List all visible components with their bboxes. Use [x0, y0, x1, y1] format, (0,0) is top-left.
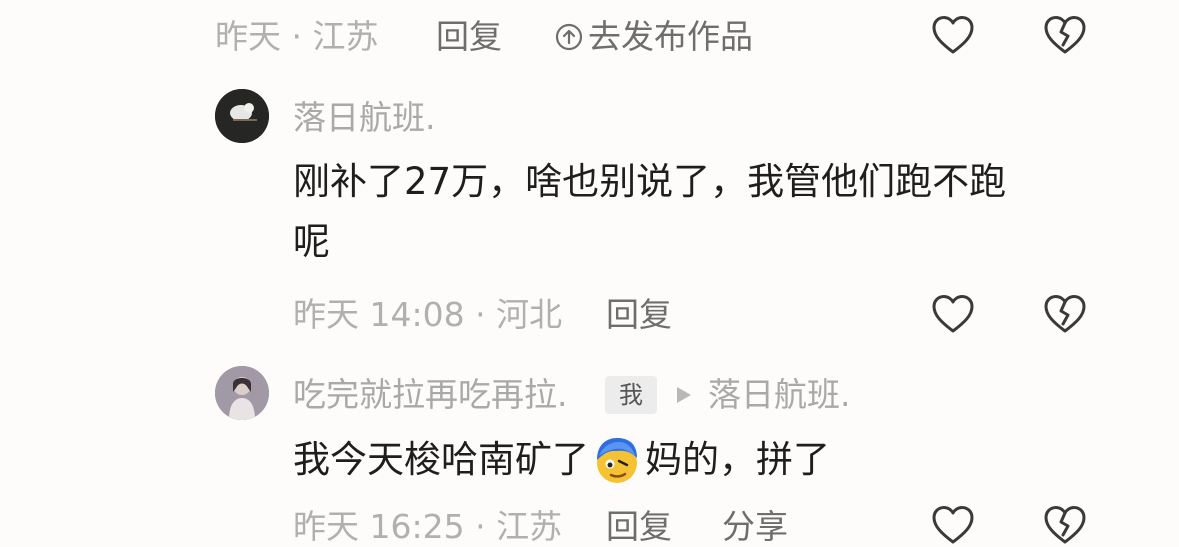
comment-text: 我今天梭哈南矿了 妈的，拼了	[293, 430, 830, 490]
username[interactable]: 吃完就拉再吃再拉.	[293, 375, 568, 415]
avatar[interactable]	[215, 89, 269, 143]
publish-work-button[interactable]: 去发布作品	[554, 17, 753, 57]
comment-location: 江苏	[496, 507, 563, 546]
me-badge: 我	[605, 376, 657, 414]
person-avatar-image	[215, 366, 269, 420]
thinking-face-emoji-icon	[591, 434, 643, 486]
comment-meta: 昨天 16:25 · 江苏	[293, 507, 563, 546]
username[interactable]: 落日航班.	[293, 98, 436, 138]
dislike-broken-heart-icon[interactable]	[1043, 14, 1087, 56]
dislike-broken-heart-icon[interactable]	[1043, 504, 1087, 546]
like-heart-icon[interactable]	[931, 14, 975, 56]
bird-avatar-image	[215, 89, 269, 143]
reply-button[interactable]: 回复	[606, 507, 672, 547]
upload-circle-icon	[554, 22, 584, 52]
like-heart-icon[interactable]	[931, 293, 975, 335]
comment-text: 刚补了27万，啥也别说了，我管他们跑不跑 呢	[293, 160, 1007, 263]
comment-time: 昨天 14:08	[293, 295, 465, 334]
comment-meta: 昨天 · 江苏	[215, 17, 379, 56]
reply-to-username[interactable]: 落日航班.	[708, 375, 851, 415]
reply-arrow-icon	[674, 384, 694, 406]
dislike-broken-heart-icon[interactable]	[1043, 293, 1087, 335]
reply-button[interactable]: 回复	[436, 17, 502, 57]
comment-meta: 昨天 14:08 · 河北	[293, 295, 563, 334]
comment-time: 昨天	[215, 17, 281, 56]
comment-location: 河北	[496, 295, 563, 334]
comment-time: 昨天 16:25	[293, 507, 465, 546]
comment-location: 江苏	[312, 17, 379, 56]
avatar[interactable]	[215, 366, 269, 420]
like-heart-icon[interactable]	[931, 504, 975, 546]
share-button[interactable]: 分享	[722, 507, 788, 547]
reply-button[interactable]: 回复	[606, 295, 672, 335]
